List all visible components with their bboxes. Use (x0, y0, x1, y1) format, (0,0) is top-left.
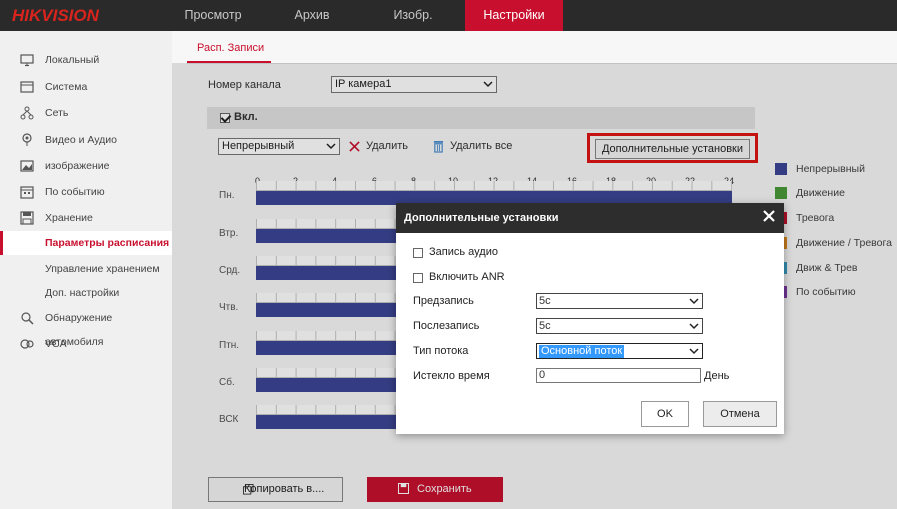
sidebar-item-label: Сеть (45, 107, 69, 119)
record-audio-label: Запись аудио (429, 246, 498, 258)
sidebar-item-video-audio[interactable]: Видео и Аудио (0, 128, 172, 152)
vehicle-icon (21, 312, 34, 325)
prerecord-label: Предзапись (413, 295, 474, 307)
tab-picture[interactable]: Изобр. (380, 0, 446, 31)
calendar-icon (20, 186, 34, 199)
tab-configuration[interactable]: Настройки (465, 0, 563, 31)
sidebar-item-advanced-settings[interactable]: Доп. настройки (0, 281, 172, 305)
sidebar-item-label: изображение (45, 160, 110, 172)
network-icon (20, 106, 34, 120)
image-icon (20, 160, 34, 172)
sidebar-item-storage-management[interactable]: Управление хранением (0, 257, 172, 281)
storage-icon (20, 211, 34, 225)
postrecord-label: Послезапись (413, 320, 480, 332)
chevron-down-icon (689, 348, 699, 355)
monitor-icon (20, 54, 34, 67)
postrecord-select[interactable]: 5с (536, 318, 703, 334)
cancel-button[interactable]: Отмена (703, 401, 777, 427)
video-audio-icon (22, 133, 32, 146)
postrecord-value: 5с (539, 320, 551, 332)
expire-unit-label: День (704, 370, 730, 382)
record-audio-checkbox[interactable] (413, 248, 423, 258)
sidebar-item-label: По событию (45, 186, 105, 198)
expire-time-input[interactable]: 0 (536, 368, 701, 383)
sidebar-item-image[interactable]: изображение (0, 154, 172, 178)
chevron-down-icon (689, 298, 699, 305)
vca-icon (20, 339, 34, 349)
sidebar-item-label: Управление хранением (45, 263, 160, 275)
sidebar-item-event[interactable]: По событию (0, 180, 172, 204)
stream-type-select[interactable]: Основной поток (536, 343, 703, 359)
prerecord-value: 5с (539, 295, 551, 307)
enable-anr-checkbox[interactable] (413, 273, 423, 283)
stream-type-label: Тип потока (413, 345, 469, 357)
stream-type-value: Основной поток (539, 345, 625, 358)
sidebar-item-schedule-settings[interactable]: Параметры расписания (0, 231, 172, 255)
sidebar-item-vehicle-detection[interactable]: Обнаружение автомобиля (0, 306, 172, 348)
close-icon[interactable] (762, 209, 776, 223)
top-nav-bar: HIKVISION Просмотр Архив Изобр. Настройк… (0, 0, 897, 31)
system-icon (20, 81, 34, 93)
sidebar-item-network[interactable]: Сеть (0, 101, 172, 125)
tab-live-view[interactable]: Просмотр (172, 0, 254, 31)
sidebar-item-label: Доп. настройки (45, 287, 120, 299)
sidebar-item-label: Параметры расписания (45, 237, 170, 249)
sidebar-item-storage[interactable]: Хранение (0, 206, 172, 230)
ok-button[interactable]: OK (641, 401, 689, 427)
sidebar-item-vca[interactable]: VCA (0, 332, 172, 356)
expire-time-label: Истекло время (413, 370, 490, 382)
brand-logo: HIKVISION (12, 6, 99, 25)
sidebar-item-local[interactable]: Локальный (0, 48, 172, 72)
tab-record-schedule[interactable]: Расп. Записи (197, 42, 264, 62)
enable-anr-label: Включить ANR (429, 271, 505, 283)
sidebar-item-label: Локальный (45, 54, 100, 66)
sidebar-item-label: Система (45, 81, 88, 93)
sidebar-item-label: VCA (45, 338, 67, 350)
prerecord-select[interactable]: 5с (536, 293, 703, 309)
tab-playback[interactable]: Архив (276, 0, 348, 31)
dialog-title: Дополнительные установки (404, 212, 559, 224)
dialog-header: Дополнительные установки (396, 203, 784, 233)
sidebar-item-system[interactable]: Система (0, 75, 172, 99)
chevron-down-icon (689, 323, 699, 330)
sidebar-item-label: Хранение (45, 212, 93, 224)
sidebar-item-label: Видео и Аудио (45, 134, 117, 146)
